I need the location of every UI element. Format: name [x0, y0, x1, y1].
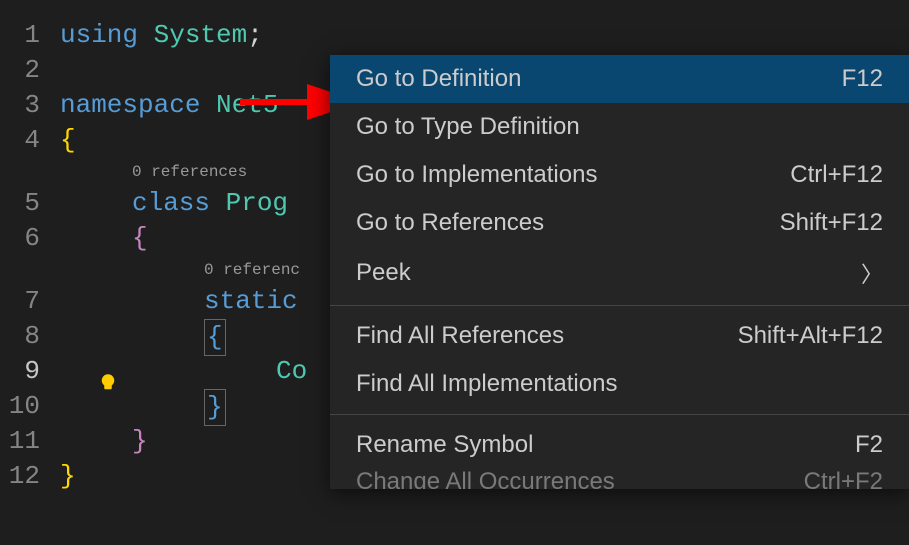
line-number: 7	[0, 284, 40, 319]
menu-shortcut: F12	[842, 65, 883, 93]
line-number: 9	[0, 354, 40, 389]
menu-separator	[330, 305, 909, 306]
close-brace: }	[132, 426, 148, 456]
menu-shortcut: F2	[855, 431, 883, 459]
line-number: 10	[0, 389, 40, 424]
menu-label: Go to Type Definition	[356, 113, 580, 141]
menu-item-go-to-definition[interactable]: Go to Definition F12	[330, 55, 909, 103]
line-number: 3	[0, 88, 40, 123]
lightbulb-icon[interactable]	[98, 373, 118, 393]
menu-label: Go to References	[356, 209, 544, 237]
menu-shortcut: Ctrl+F12	[790, 161, 883, 189]
line-number: 11	[0, 424, 40, 459]
close-brace: }	[204, 389, 226, 426]
line-number: 6	[0, 221, 40, 256]
menu-label: Find All References	[356, 322, 564, 350]
keyword-static: static	[204, 286, 298, 316]
menu-label: Peek	[356, 259, 411, 287]
menu-item-go-to-implementations[interactable]: Go to Implementations Ctrl+F12	[330, 151, 909, 199]
context-menu: Go to Definition F12 Go to Type Definiti…	[330, 55, 909, 489]
keyword-using: using	[60, 20, 138, 50]
menu-label: Rename Symbol	[356, 431, 533, 459]
menu-item-go-to-type-definition[interactable]: Go to Type Definition	[330, 103, 909, 151]
menu-label: Find All Implementations	[356, 370, 617, 398]
class-name: Prog	[226, 188, 288, 218]
identifier: Co	[276, 356, 307, 386]
open-brace: {	[60, 125, 76, 155]
keyword-class: class	[132, 188, 210, 218]
menu-separator	[330, 414, 909, 415]
chevron-right-icon: 〉	[861, 257, 883, 289]
menu-item-peek[interactable]: Peek 〉	[330, 247, 909, 299]
menu-item-change-all-occurrences[interactable]: Change All Occurrences Ctrl+F2	[330, 469, 909, 489]
menu-shortcut: Shift+Alt+F12	[738, 322, 883, 350]
menu-label: Go to Implementations	[356, 161, 597, 189]
open-brace: {	[132, 223, 148, 253]
close-brace: }	[60, 461, 76, 491]
menu-shortcut: Ctrl+F2	[804, 469, 883, 489]
line-number: 8	[0, 319, 40, 354]
open-brace: {	[204, 319, 226, 356]
menu-shortcut: Shift+F12	[780, 209, 883, 237]
line-number: 12	[0, 459, 40, 494]
line-number: 4	[0, 123, 40, 158]
line-number-gutter: 1 2 3 4 5 6 7 8 9 10 11 12	[0, 18, 60, 494]
menu-item-go-to-references[interactable]: Go to References Shift+F12	[330, 199, 909, 247]
menu-label: Change All Occurrences	[356, 469, 615, 489]
type-system: System	[154, 20, 248, 50]
menu-item-rename-symbol[interactable]: Rename Symbol F2	[330, 421, 909, 469]
line-number: 1	[0, 18, 40, 53]
line-number: 5	[0, 186, 40, 221]
keyword-namespace: namespace	[60, 90, 200, 120]
menu-item-find-all-references[interactable]: Find All References Shift+Alt+F12	[330, 312, 909, 360]
menu-label: Go to Definition	[356, 65, 521, 93]
namespace-name: Net5	[216, 90, 278, 120]
menu-item-find-all-implementations[interactable]: Find All Implementations	[330, 360, 909, 408]
semicolon: ;	[247, 20, 263, 50]
line-number: 2	[0, 53, 40, 88]
